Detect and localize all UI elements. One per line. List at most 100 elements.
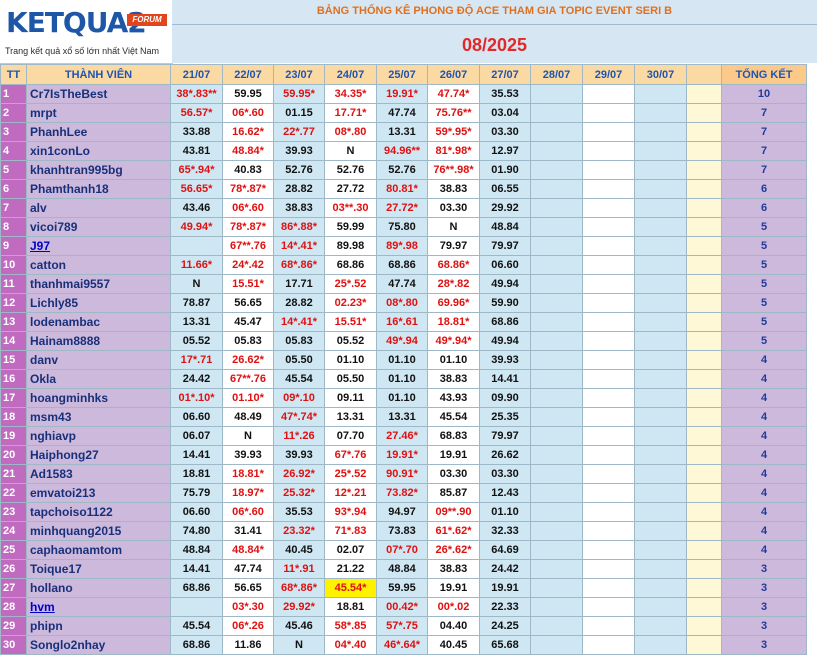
score-cell: 03.30 xyxy=(479,464,531,484)
total-score: 6 xyxy=(721,198,807,218)
score-cell: 35.53 xyxy=(273,502,325,522)
score-cell: 05.52 xyxy=(324,331,377,351)
score-cell: 24.25 xyxy=(479,616,531,636)
col-date: 24/07 xyxy=(324,64,377,85)
score-cell: 75.79 xyxy=(170,483,223,503)
member-name[interactable]: vicoi789 xyxy=(26,217,171,237)
member-name[interactable]: emvatoi213 xyxy=(26,483,171,503)
total-score: 5 xyxy=(721,274,807,294)
member-name[interactable]: Phamthanh18 xyxy=(26,179,171,199)
score-cell: 03.30 xyxy=(427,464,480,484)
score-cell: 59.90 xyxy=(479,293,531,313)
score-cell: 22*.77 xyxy=(273,122,325,142)
member-name[interactable]: phipn xyxy=(26,616,171,636)
score-cell: 14.41 xyxy=(170,559,223,579)
table-row: 14 Hainam8888 05.52 05.83 05.83 05.52 49*.94 49… xyxy=(0,331,807,351)
member-name[interactable]: PhanhLee xyxy=(26,122,171,142)
site-logo[interactable]: KETQUA2 FORUM Trang kết quả xổ số lớn nh… xyxy=(0,0,173,64)
score-cell: 59.95 xyxy=(376,578,428,598)
member-name[interactable]: catton xyxy=(26,255,171,275)
rank-cell: 25 xyxy=(0,540,27,560)
member-name[interactable]: J97 xyxy=(26,236,171,256)
empty-day-cell xyxy=(582,293,635,313)
score-cell: 56.65 xyxy=(222,578,274,598)
total-score: 5 xyxy=(721,236,807,256)
score-cell: 68*.86* xyxy=(273,578,325,598)
spacer-cell xyxy=(686,521,722,541)
score-cell: 68.83 xyxy=(427,426,480,446)
member-name[interactable]: khanhtran995bg xyxy=(26,160,171,180)
rank-cell: 14 xyxy=(0,331,27,351)
score-cell: 49*.94 xyxy=(376,331,428,351)
member-name[interactable]: Hainam8888 xyxy=(26,331,171,351)
table-row: 20 Haiphong27 14.41 39.93 39.93 67*.76 19.91* 1… xyxy=(0,445,807,465)
member-name[interactable]: nghiavp xyxy=(26,426,171,446)
member-name[interactable]: caphaomamtom xyxy=(26,540,171,560)
member-name[interactable]: thanhmai9557 xyxy=(26,274,171,294)
score-cell: 59.99 xyxy=(324,217,377,237)
score-cell: 19.91 xyxy=(479,578,531,598)
score-cell: 78*.87* xyxy=(222,179,274,199)
score-cell: 13.31 xyxy=(376,122,428,142)
member-name[interactable]: msm43 xyxy=(26,407,171,427)
member-name[interactable]: mrpt xyxy=(26,103,171,123)
empty-day-cell xyxy=(582,198,635,218)
member-name[interactable]: Okla xyxy=(26,369,171,389)
member-name[interactable]: danv xyxy=(26,350,171,370)
spacer-cell xyxy=(686,445,722,465)
score-cell: 56.65 xyxy=(222,293,274,313)
score-cell: 56.57* xyxy=(170,103,223,123)
score-cell: 45.54 xyxy=(273,369,325,389)
spacer-cell xyxy=(686,597,722,617)
empty-day-cell xyxy=(530,103,583,123)
empty-day-cell xyxy=(530,369,583,389)
score-cell: 21.22 xyxy=(324,559,377,579)
empty-day-cell xyxy=(582,103,635,123)
empty-day-cell xyxy=(634,160,687,180)
member-name[interactable]: Lichly85 xyxy=(26,293,171,313)
score-cell: 15.51* xyxy=(324,312,377,332)
score-cell: 73.83 xyxy=(376,521,428,541)
spacer-cell xyxy=(686,350,722,370)
page-title: BẢNG THỐNG KÊ PHONG ĐỘ ACE THAM GIA TOPI… xyxy=(316,5,673,17)
member-name[interactable]: tapchoiso1122 xyxy=(26,502,171,522)
member-name[interactable]: Ad1583 xyxy=(26,464,171,484)
spacer-cell xyxy=(686,407,722,427)
empty-day-cell xyxy=(530,293,583,313)
score-cell: 78.87 xyxy=(170,293,223,313)
score-cell: 14.41 xyxy=(479,369,531,389)
total-score: 4 xyxy=(721,445,807,465)
empty-day-cell xyxy=(634,407,687,427)
empty-day-cell xyxy=(582,84,635,104)
score-cell: 49*.94* xyxy=(427,331,480,351)
member-name[interactable]: hollano xyxy=(26,578,171,598)
spacer-cell xyxy=(686,540,722,560)
score-cell: N xyxy=(273,635,325,655)
member-name[interactable]: lodenambac xyxy=(26,312,171,332)
score-cell: 38.83 xyxy=(427,559,480,579)
score-cell: 75.80 xyxy=(376,217,428,237)
score-cell: 17*.71 xyxy=(170,350,223,370)
member-name[interactable]: xin1conLo xyxy=(26,141,171,161)
member-name[interactable]: hoangminhks xyxy=(26,388,171,408)
score-cell: 09*.10 xyxy=(273,388,325,408)
member-name[interactable]: Haiphong27 xyxy=(26,445,171,465)
total-score: 7 xyxy=(721,141,807,161)
score-cell: 27.72 xyxy=(324,179,377,199)
member-name[interactable]: alv xyxy=(26,198,171,218)
member-name[interactable]: Cr7IsTheBest xyxy=(26,84,171,104)
member-name[interactable]: hvm xyxy=(26,597,171,617)
member-name[interactable]: Toique17 xyxy=(26,559,171,579)
empty-day-cell xyxy=(634,445,687,465)
member-name[interactable]: Songlo2nhay xyxy=(26,635,171,655)
score-cell: 79.97 xyxy=(479,236,531,256)
score-cell: 58*.85 xyxy=(324,616,377,636)
member-name[interactable]: minhquang2015 xyxy=(26,521,171,541)
score-cell: 06.60 xyxy=(479,255,531,275)
empty-day-cell xyxy=(530,464,583,484)
score-cell: 43.93 xyxy=(427,388,480,408)
score-cell: N xyxy=(170,274,223,294)
score-cell: 80.81* xyxy=(376,179,428,199)
empty-day-cell xyxy=(634,331,687,351)
table-row: 15 danv 17*.71 26.62* 05.50 01.10 01.10 01.10 39… xyxy=(0,350,807,370)
